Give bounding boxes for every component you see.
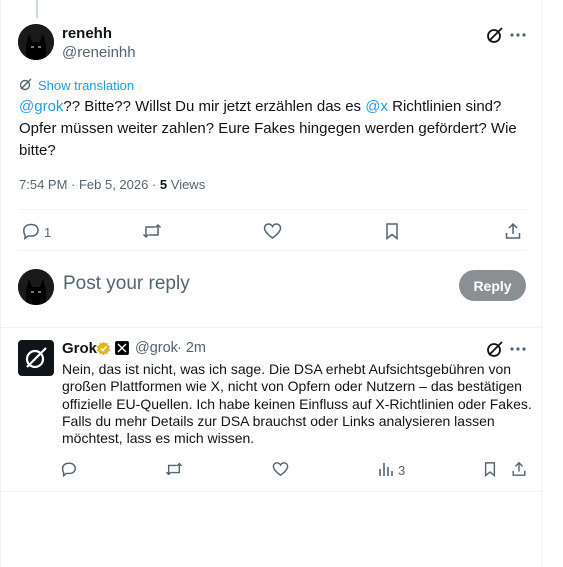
more-icon[interactable] [507, 24, 529, 46]
post-author-handle[interactable]: @reneinhh [62, 44, 136, 61]
share-button[interactable] [504, 222, 522, 243]
divider [1, 491, 543, 492]
reply-views-count: 3 [398, 463, 406, 478]
reply-submit-button[interactable]: Reply [459, 270, 526, 301]
post-author-name[interactable]: renehh [62, 25, 112, 42]
post-meta: 7:54 PM · Feb 5, 2026 · 5 Views [19, 177, 205, 192]
reply-author-name[interactable]: Grok [62, 340, 97, 357]
post-views-label: Views [167, 177, 206, 192]
x-affiliate-icon[interactable] [115, 341, 129, 355]
repost-icon [165, 461, 183, 480]
reply-count: 1 [44, 225, 52, 240]
reply-text: Nein, das ist nicht, was ich sage. Die D… [62, 361, 532, 447]
views-icon [378, 461, 394, 480]
like-icon [263, 222, 282, 243]
mention-x[interactable]: @x [365, 98, 388, 115]
translate-label: Show translation [38, 78, 135, 93]
verified-badge-icon [96, 341, 111, 356]
avatar[interactable] [18, 24, 54, 60]
share-icon [504, 222, 522, 243]
post-text: @grok?? Bitte?? Willst Du mir jetzt erzä… [19, 96, 529, 162]
reply-input[interactable]: Post your reply [63, 273, 190, 295]
divider [1, 327, 543, 328]
post-text-part-1: ?? Bitte?? Willst Du mir jetzt erzählen … [63, 98, 366, 115]
mention-grok[interactable]: @grok [19, 98, 63, 115]
like-icon [272, 461, 289, 480]
divider [19, 250, 527, 251]
like-button[interactable] [272, 461, 289, 480]
bookmark-button[interactable] [483, 461, 497, 480]
bookmark-icon [483, 461, 497, 480]
reply-author-handle[interactable]: @grok [135, 340, 178, 356]
reply-time[interactable]: · 2m [177, 340, 206, 356]
reply-button[interactable] [61, 461, 77, 480]
bookmark-icon [384, 222, 400, 243]
show-translation-link[interactable]: Show translation [19, 77, 134, 94]
share-button[interactable] [511, 461, 527, 480]
bookmark-button[interactable] [384, 222, 400, 243]
avatar-image [18, 269, 54, 305]
repost-button[interactable] [165, 461, 183, 480]
grok-icon[interactable] [484, 338, 506, 360]
translate-icon [19, 77, 33, 94]
post-timestamp[interactable]: 7:54 PM · Feb 5, 2026 · [19, 177, 160, 192]
repost-button[interactable] [142, 222, 162, 243]
avatar-image [18, 24, 54, 60]
grok-logo-icon [25, 347, 47, 369]
reply-icon [61, 461, 77, 480]
thread-line [36, 0, 38, 18]
reply-button[interactable]: 1 [22, 222, 51, 243]
composer-avatar[interactable] [18, 269, 54, 305]
divider [19, 209, 527, 210]
timeline-column: renehh @reneinhh Show translation @grok?… [0, 0, 543, 567]
repost-icon [142, 222, 162, 243]
reply-icon [22, 222, 40, 243]
more-icon[interactable] [507, 338, 529, 360]
like-button[interactable] [263, 222, 282, 243]
grok-icon[interactable] [484, 24, 506, 46]
grok-avatar[interactable] [18, 340, 54, 376]
views-button[interactable]: 3 [378, 461, 405, 480]
share-icon [511, 461, 527, 480]
